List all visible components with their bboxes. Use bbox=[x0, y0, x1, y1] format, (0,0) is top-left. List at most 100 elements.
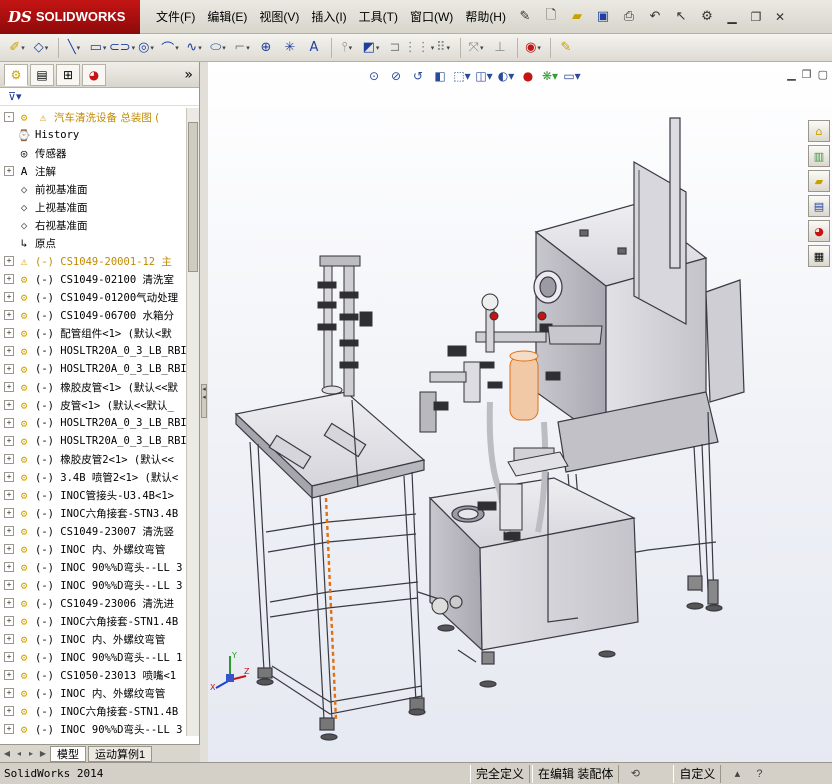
tree-item[interactable]: + ⚙ (-) INOC 内、外螺纹弯管 bbox=[0, 684, 186, 702]
status-units[interactable]: 自定义 bbox=[673, 764, 722, 783]
tree-item[interactable]: ◇ 前视基准面 bbox=[0, 180, 186, 198]
tree-item[interactable]: + ⚙ (-) INOC 90%%D弯头--LL 3 bbox=[0, 576, 186, 594]
tree-item[interactable]: + ⚙ (-) INOC 90%%D弯头--LL 3 bbox=[0, 558, 186, 576]
tree-item[interactable]: + ⚙ (-) CS1049-02100 清洗室 bbox=[0, 270, 186, 288]
expand-icon[interactable]: + bbox=[4, 490, 14, 500]
collapse-icon[interactable]: - bbox=[4, 112, 14, 122]
tree-item[interactable]: + ⚙ (-) 配管组件<1> (默认<默 bbox=[0, 324, 186, 342]
graphics-area[interactable]: ⊙ ⊘ ↺ ◧ ⬚▾ ◫▾ ◐▾ ● ❋▾ ▭▾ ▁ ❐ ▢ ⌂ ▥ ▰ ▤ ◕… bbox=[208, 62, 832, 762]
display-manager-tab-icon[interactable]: ◕ bbox=[82, 63, 106, 86]
circle-icon[interactable]: ◎ ▾ bbox=[135, 37, 157, 59]
new-document-icon[interactable]: 🗋 bbox=[541, 7, 561, 27]
expand-icon[interactable]: + bbox=[4, 508, 14, 518]
expand-icon[interactable]: + bbox=[4, 580, 14, 590]
mirror-icon[interactable]: ⋮⋮ ▾ bbox=[404, 37, 435, 59]
expand-icon[interactable]: + bbox=[4, 562, 14, 572]
property-manager-tab-icon[interactable]: ▤ bbox=[30, 63, 54, 86]
assembly-model[interactable] bbox=[208, 62, 832, 762]
filter-bar[interactable]: ⊽▾ bbox=[0, 88, 199, 106]
line-icon[interactable]: ╲ ▾ bbox=[63, 37, 85, 59]
expand-icon[interactable]: + bbox=[4, 616, 14, 626]
expand-icon[interactable]: + bbox=[4, 706, 14, 716]
tree-item[interactable]: + ⚙ (-) 橡胶皮管<1> (默认<<默 bbox=[0, 378, 186, 396]
menu-item[interactable]: 插入(I) bbox=[305, 6, 352, 28]
expand-icon[interactable]: + bbox=[4, 166, 14, 176]
open-icon[interactable]: ▰ bbox=[567, 7, 587, 27]
solidworks-logo[interactable]: DS SOLIDWORKS bbox=[0, 0, 140, 34]
expand-icon[interactable]: + bbox=[4, 652, 14, 662]
undo-icon[interactable]: ↶ bbox=[645, 7, 665, 27]
tree-item[interactable]: + ⚙ (-) INOC 内、外螺纹弯管 bbox=[0, 630, 186, 648]
tree-item[interactable]: + ⚙ (-) CS1050-23013 喷嘴<1 bbox=[0, 666, 186, 684]
tree-item[interactable]: - ⚙ ⚠ 汽车清洗设备 总装图 ( bbox=[0, 108, 186, 126]
tree-item[interactable]: + ⚙ (-) CS1049-23007 清洗竖 bbox=[0, 522, 186, 540]
relations-icon[interactable]: ⊥ bbox=[489, 37, 511, 59]
tree-item[interactable]: + ⚙ (-) INOC 90%%D弯头--LL 3 bbox=[0, 720, 186, 736]
pin-icon[interactable]: ✎ bbox=[515, 7, 535, 27]
pattern-icon[interactable]: ⠿ ▾ bbox=[432, 37, 454, 59]
menu-item[interactable]: 帮助(H) bbox=[459, 6, 512, 28]
slot-icon[interactable]: ⊂⊃ ▾ bbox=[109, 37, 135, 59]
tree-item[interactable]: + A 注解 bbox=[0, 162, 186, 180]
tree-item[interactable]: + ⚙ (-) INOC六角接套-STN1.4B bbox=[0, 702, 186, 720]
tab-motion-study[interactable]: 运动算例1 bbox=[88, 745, 153, 762]
expand-icon[interactable]: + bbox=[4, 310, 14, 320]
expand-icon[interactable]: + bbox=[4, 274, 14, 284]
spline-icon[interactable]: ∿ ▾ bbox=[183, 37, 205, 59]
print-icon[interactable]: ⎙ bbox=[619, 7, 639, 27]
smart-dimension-icon[interactable]: ◇ ▾ bbox=[30, 37, 52, 59]
config-manager-tab-icon[interactable]: ⊞ bbox=[56, 63, 80, 86]
move-icon[interactable]: ⤧ ▾ bbox=[465, 37, 487, 59]
tree-item[interactable]: + ⚙ (-) 橡胶皮管2<1> (默认<< bbox=[0, 450, 186, 468]
expand-icon[interactable]: + bbox=[4, 634, 14, 644]
sketch-icon[interactable]: ✐ ▾ bbox=[6, 37, 28, 59]
last-tab-icon[interactable]: ▶ bbox=[38, 748, 48, 760]
collapse-panel-icon[interactable]: ◂ ◂ bbox=[201, 384, 207, 418]
next-tab-icon[interactable]: ▸ bbox=[26, 748, 36, 760]
menu-item[interactable]: 文件(F) bbox=[150, 6, 201, 28]
tree-item[interactable]: ⌚ History bbox=[0, 126, 186, 144]
text-icon[interactable]: A bbox=[303, 37, 325, 59]
convert-icon[interactable]: ◩ ▾ bbox=[360, 37, 382, 59]
expand-panel-icon[interactable]: » bbox=[184, 67, 193, 83]
expand-icon[interactable]: + bbox=[4, 346, 14, 356]
tree-item[interactable]: + ⚙ (-) CS1049-23006 清洗进 bbox=[0, 594, 186, 612]
expand-icon[interactable]: + bbox=[4, 382, 14, 392]
tree-item[interactable]: + ⚙ (-) INOC六角接套-STN3.4B bbox=[0, 504, 186, 522]
tree-item[interactable]: + ⚙ (-) INOC 90%%D弯头--LL 1 bbox=[0, 648, 186, 666]
tree-item[interactable]: + ⚙ (-) INOC 内、外螺纹弯管 bbox=[0, 540, 186, 558]
expand-icon[interactable]: + bbox=[4, 454, 14, 464]
expand-icon[interactable]: + bbox=[4, 418, 14, 428]
expand-icon[interactable]: + bbox=[4, 472, 14, 482]
close-icon[interactable]: ✕ bbox=[770, 8, 790, 26]
first-tab-icon[interactable]: ◀ bbox=[2, 748, 12, 760]
menu-item[interactable]: 工具(T) bbox=[353, 6, 404, 28]
trim-icon[interactable]: ⫯ ▾ bbox=[336, 37, 358, 59]
expand-icon[interactable]: + bbox=[4, 670, 14, 680]
panel-splitter[interactable]: ◂ ◂ bbox=[200, 62, 208, 762]
menu-item[interactable]: 视图(V) bbox=[253, 6, 305, 28]
options-icon[interactable]: ⚙ bbox=[697, 7, 717, 27]
tree-item[interactable]: ↳ 原点 bbox=[0, 234, 186, 252]
rapid-sketch-icon[interactable]: ✎ bbox=[555, 37, 577, 59]
fillet-icon[interactable]: ⌐ ▾ bbox=[231, 37, 253, 59]
expand-icon[interactable]: + bbox=[4, 724, 14, 734]
select-icon[interactable]: ↖ bbox=[671, 7, 691, 27]
polygon-icon[interactable]: ⊕ bbox=[255, 37, 277, 59]
rebuild-icon[interactable]: ⟲ bbox=[627, 767, 643, 780]
tree-item[interactable]: ◎ 传感器 bbox=[0, 144, 186, 162]
expand-icon[interactable]: + bbox=[4, 598, 14, 608]
tree-item[interactable]: + ⚙ (-) HOSLTR20A_0_3_LB_RBI bbox=[0, 414, 186, 432]
offset-icon[interactable]: ⊐ bbox=[384, 37, 406, 59]
arc-icon[interactable]: ⌒ ▾ bbox=[159, 37, 181, 59]
expand-icon[interactable]: + bbox=[4, 544, 14, 554]
expand-icon[interactable]: + bbox=[4, 364, 14, 374]
tree-item[interactable]: + ⚙ (-) 3.4B 喷管2<1> (默认< bbox=[0, 468, 186, 486]
repair-icon[interactable]: ◉ ▾ bbox=[522, 37, 544, 59]
menu-item[interactable]: 编辑(E) bbox=[201, 6, 253, 28]
tree-item[interactable]: + ⚙ (-) CS1049-01200气动处理 bbox=[0, 288, 186, 306]
tree-item[interactable]: ◇ 上视基准面 bbox=[0, 198, 186, 216]
expand-icon[interactable]: + bbox=[4, 688, 14, 698]
prev-tab-icon[interactable]: ◂ bbox=[14, 748, 24, 760]
expand-icon[interactable]: + bbox=[4, 400, 14, 410]
